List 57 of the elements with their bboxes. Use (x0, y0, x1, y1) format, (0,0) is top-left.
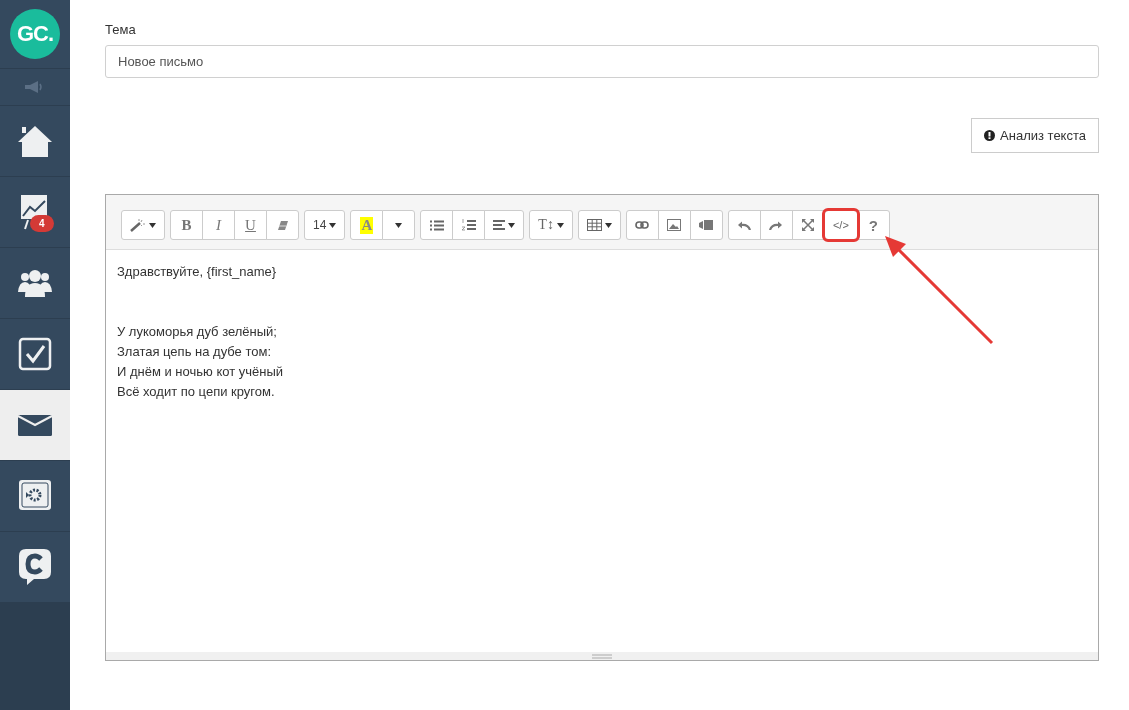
toolbar-button[interactable] (121, 210, 165, 240)
toolbar-button[interactable]: T↕ (529, 210, 573, 240)
table-icon (586, 219, 602, 231)
sidebar-item[interactable]: 4 (0, 177, 70, 248)
text-line: Всё ходит по цепи кругом. (117, 384, 275, 399)
home-icon[interactable] (16, 124, 54, 158)
analyze-text-button[interactable]: Анализ текста (971, 118, 1099, 153)
toolbar-button[interactable] (420, 210, 454, 240)
toolbar-button[interactable] (625, 210, 659, 240)
text-line: Златая цепь на дубе том: (117, 344, 271, 359)
toolbar-button[interactable] (727, 210, 761, 240)
toolbar-button[interactable]: 14 (304, 210, 346, 240)
toolbar-button[interactable]: A (350, 210, 384, 240)
fullscreen-icon (802, 219, 815, 231)
caret-icon (604, 222, 612, 228)
exclamation-icon (984, 130, 996, 141)
toolbar-button[interactable] (657, 210, 691, 240)
safe-icon[interactable] (18, 479, 52, 513)
numbered-list-icon (461, 219, 476, 231)
checkbox-icon[interactable] (18, 337, 52, 371)
text-line: И днём и ночью кот учёный (117, 364, 284, 379)
editor-content[interactable]: Здравствуйте, {first_name} У лукоморья дуб зелёный; Златая цепь на дубе том: И днём и ночью кот учёный Всё ходит по цепи кругом. (106, 250, 1098, 652)
toolbar-button[interactable]: B (170, 210, 203, 240)
magic-wand-icon (130, 218, 146, 232)
caret-icon (508, 222, 516, 228)
redo-icon (769, 220, 784, 230)
bullet-list-icon (429, 219, 444, 231)
chat-icon[interactable] (18, 548, 52, 586)
toolbar-button[interactable] (759, 210, 793, 240)
resize-handle[interactable] (592, 653, 612, 659)
caret-icon (149, 222, 156, 228)
eraser-icon (276, 219, 289, 231)
subject-label: Тема (105, 22, 136, 37)
caret-icon (329, 222, 337, 228)
users-icon[interactable] (17, 268, 53, 298)
toolbar-button[interactable]: U (234, 210, 267, 240)
text-line: У лукоморья дуб зелёный; (117, 324, 277, 339)
video-icon (699, 220, 714, 230)
logo[interactable]: GC. (10, 9, 60, 59)
undo-icon (737, 220, 752, 230)
toolbar-button[interactable] (484, 210, 525, 240)
align-icon (493, 220, 506, 230)
sidebar-item[interactable] (0, 390, 70, 461)
caret-icon (395, 222, 403, 228)
toolbar-button[interactable]: I (202, 210, 235, 240)
toolbar-button[interactable] (577, 210, 621, 240)
link-icon (635, 221, 650, 229)
toolbar-button[interactable]: </> (823, 210, 858, 240)
toolbar-button[interactable] (452, 210, 486, 240)
toolbar-button[interactable] (266, 210, 299, 240)
greeting-line: Здравствуйте, {first_name} (117, 264, 277, 279)
image-icon (667, 219, 682, 231)
subject-input[interactable]: Новое письмо (105, 45, 1099, 78)
caret-icon (556, 222, 564, 228)
notification-badge: 4 (30, 215, 54, 232)
toolbar-button[interactable] (689, 210, 723, 240)
mail-icon[interactable] (18, 414, 52, 436)
